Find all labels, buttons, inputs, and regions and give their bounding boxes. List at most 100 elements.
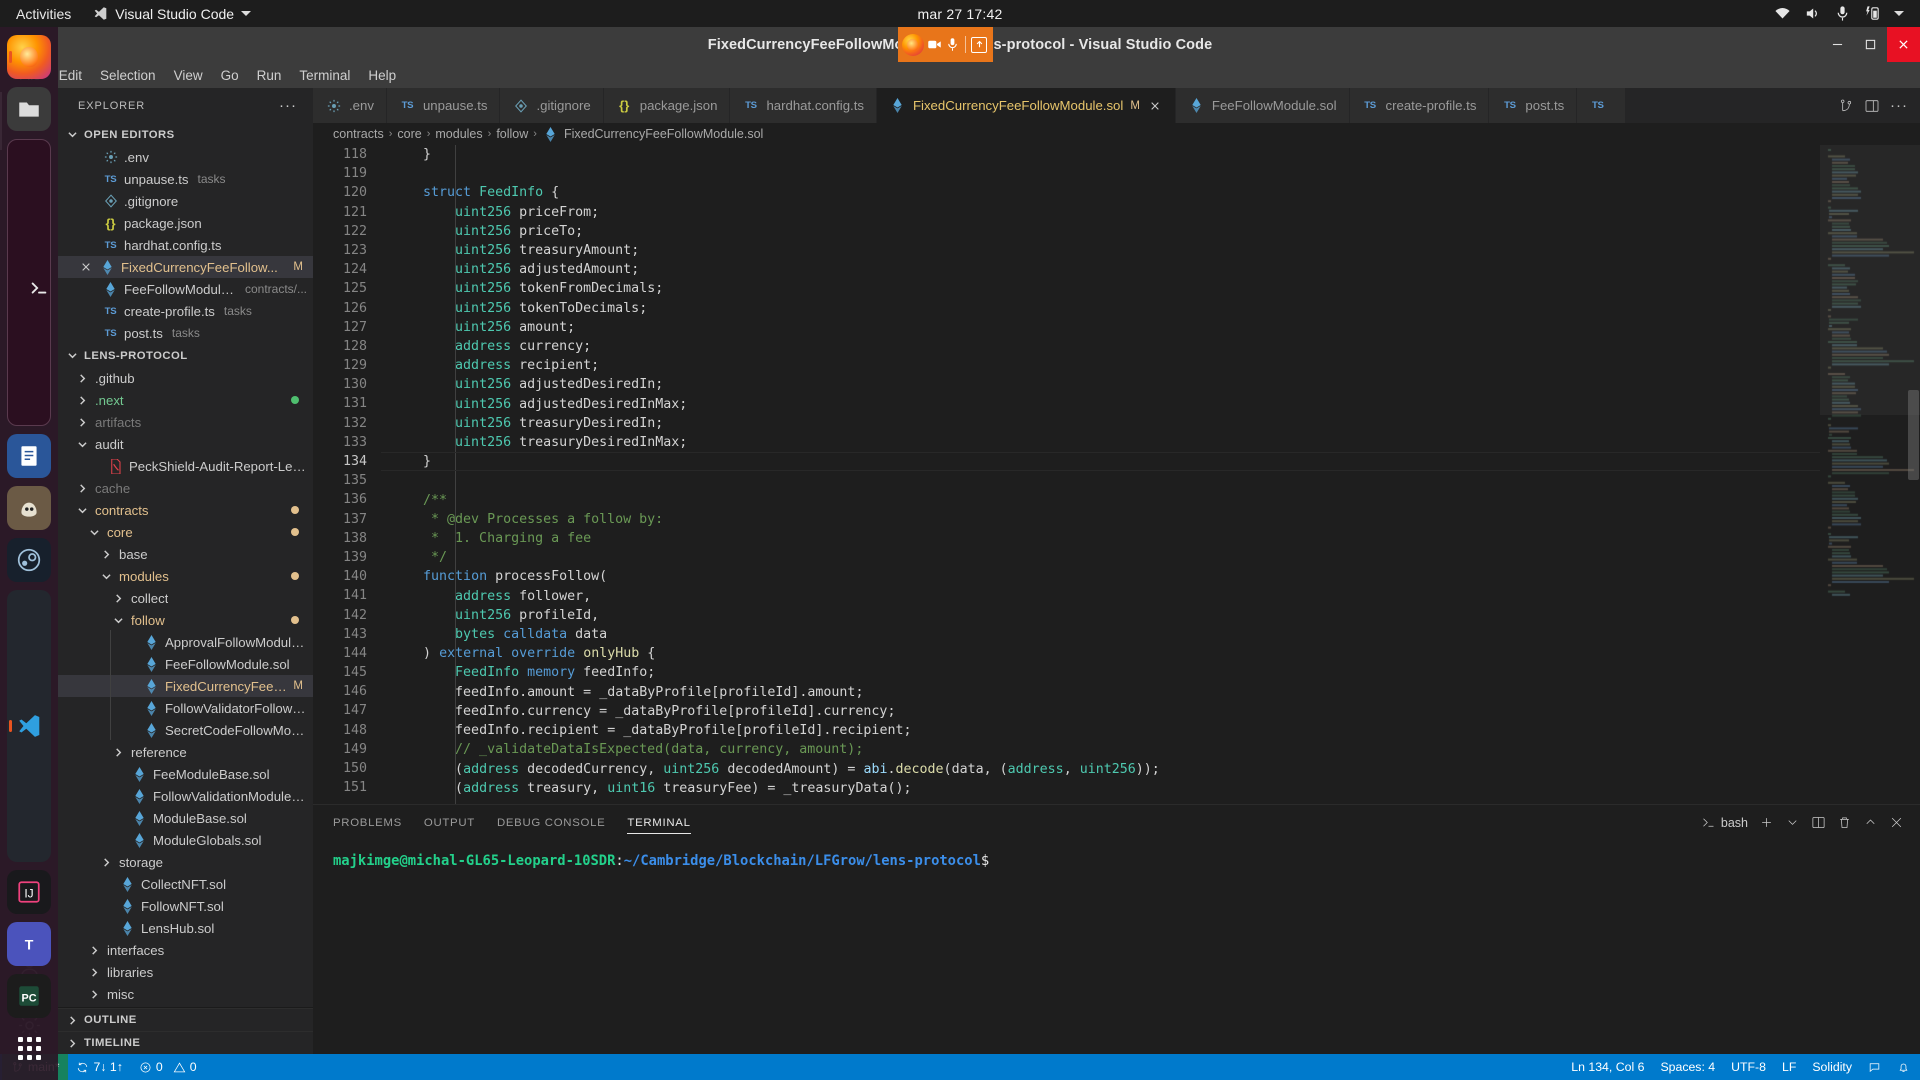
dock-libreoffice-writer[interactable] (7, 433, 51, 478)
menubar[interactable]: File Edit Selection View Go Run Terminal… (0, 62, 1920, 88)
tree-file[interactable]: PeckShield-Audit-Report-LensProto... (58, 455, 313, 477)
tree-folder[interactable]: .next (58, 389, 313, 411)
open-editor-item-selected[interactable]: FixedCurrencyFeeFollow... M (58, 256, 313, 278)
screencast-indicator[interactable] (898, 27, 993, 62)
maximize-panel-icon[interactable] (1863, 815, 1878, 830)
status-eol[interactable]: LF (1774, 1054, 1804, 1080)
tree-folder[interactable]: artifacts (58, 411, 313, 433)
layout-icon[interactable] (1864, 98, 1880, 114)
share-screen-icon[interactable] (971, 36, 987, 53)
workspace-header[interactable]: LENS-PROTOCOL (58, 344, 313, 367)
menu-selection[interactable]: Selection (91, 66, 165, 85)
editor-tab[interactable]: .gitignore (500, 88, 604, 123)
sidebar-more-actions-icon[interactable]: ··· (279, 97, 307, 114)
system-tray[interactable] (1774, 5, 1920, 22)
tree-file[interactable]: LensHub.sol (58, 917, 313, 939)
new-terminal-icon[interactable] (1759, 815, 1774, 830)
tree-file[interactable]: FeeModuleBase.sol (58, 763, 313, 785)
editor-tab[interactable]: TS create-profile.ts (1349, 88, 1490, 123)
dock-pycharm[interactable]: PC (7, 974, 51, 1018)
timeline-section[interactable]: TIMELINE (58, 1031, 313, 1054)
kill-terminal-icon[interactable] (1837, 815, 1852, 830)
close-icon[interactable] (1147, 98, 1163, 114)
tree-folder[interactable]: audit (58, 433, 313, 455)
dock-vscode[interactable] (7, 589, 51, 862)
open-editor-item[interactable]: FeeFollowModule.sol contracts/... (58, 278, 313, 300)
tree-folder[interactable]: modules (58, 565, 313, 587)
breadcrumb-item[interactable]: contracts (333, 127, 384, 141)
breadcrumb-item[interactable]: core (397, 127, 421, 141)
app-menu-button[interactable]: Visual Studio Code (85, 6, 259, 22)
tree-folder[interactable]: interfaces (58, 939, 313, 961)
tree-file[interactable]: ModuleBase.sol (58, 807, 313, 829)
chevron-down-icon[interactable] (1785, 815, 1800, 830)
editor-tab[interactable]: .env (313, 88, 387, 123)
tree-folder[interactable]: storage (58, 851, 313, 873)
tree-folder[interactable]: mocks (58, 1005, 313, 1007)
tree-folder[interactable]: cache (58, 477, 313, 499)
tree-folder[interactable]: collect (58, 587, 313, 609)
editor-tab[interactable]: FeeFollowModule.sol (1175, 88, 1350, 123)
close-button[interactable] (1887, 27, 1920, 62)
tree-folder[interactable]: contracts (58, 499, 313, 521)
tab-output[interactable]: OUTPUT (424, 805, 475, 840)
editor-scrollbar[interactable] (1906, 145, 1920, 804)
tree-file[interactable]: ApprovalFollowModule.sol (58, 631, 313, 653)
code-editor[interactable]: 118 119 120 121 122 123 124 125 126 127 128 129 130 1… (313, 145, 1920, 804)
open-editors-header[interactable]: OPEN EDITORS (58, 123, 313, 146)
breadcrumb[interactable]: contracts › core › modules › follow › Fi… (313, 123, 1920, 145)
editor-tab[interactable]: TS (1577, 88, 1627, 123)
tab-problems[interactable]: PROBLEMS (333, 805, 402, 840)
dock-gimp[interactable] (7, 485, 51, 530)
close-panel-icon[interactable] (1889, 815, 1904, 830)
tree-file[interactable]: FixedCurrencyFeeFollow... M (58, 675, 313, 697)
tree-file[interactable]: ModuleGlobals.sol (58, 829, 313, 851)
tree-file[interactable]: SecretCodeFollowModule.sol (58, 719, 313, 741)
open-editor-item[interactable]: TS post.ts tasks (58, 322, 313, 344)
show-applications-button[interactable] (7, 1026, 51, 1070)
scrollbar-thumb[interactable] (1908, 390, 1919, 480)
menu-run[interactable]: Run (248, 66, 291, 85)
status-feedback[interactable] (1860, 1054, 1889, 1080)
editor-tab-active[interactable]: FixedCurrencyFeeFollowModule.sol M (876, 88, 1176, 123)
breadcrumb-item[interactable]: FixedCurrencyFeeFollowModule.sol (564, 127, 763, 141)
open-editor-item[interactable]: TS create-profile.ts tasks (58, 300, 313, 322)
tree-file[interactable]: CollectNFT.sol (58, 873, 313, 895)
menu-go[interactable]: Go (212, 66, 248, 85)
tree-folder[interactable]: libraries (58, 961, 313, 983)
split-editor-icon[interactable] (1838, 98, 1854, 114)
open-editor-item[interactable]: .env (58, 146, 313, 168)
dock-steam[interactable] (7, 537, 51, 582)
dock-files[interactable] (7, 87, 51, 131)
open-editor-item[interactable]: TS hardhat.config.ts (58, 234, 313, 256)
status-notifications[interactable] (1889, 1054, 1918, 1080)
maximize-button[interactable] (1854, 27, 1887, 62)
activities-button[interactable]: Activities (0, 6, 85, 22)
tab-debug-console[interactable]: DEBUG CONSOLE (497, 805, 605, 840)
status-language-mode[interactable]: Solidity (1804, 1054, 1860, 1080)
more-actions-icon[interactable]: ··· (1890, 97, 1908, 114)
editor-tab[interactable]: TS unpause.ts (386, 88, 501, 123)
dock-teams[interactable]: T (7, 922, 51, 966)
open-editor-item[interactable]: .gitignore (58, 190, 313, 212)
microphone-icon[interactable] (945, 37, 960, 52)
tree-folder[interactable]: core (58, 521, 313, 543)
editor-actions[interactable]: ··· (1826, 88, 1920, 123)
menu-view[interactable]: View (165, 66, 212, 85)
editor-tab[interactable]: {} package.json (603, 88, 731, 123)
panel-actions[interactable]: bash (1701, 815, 1920, 830)
code-content[interactable]: } struct FeedInfo { uint256 priceFrom; u… (381, 145, 1820, 804)
tree-folder[interactable]: misc (58, 983, 313, 1005)
split-terminal-icon[interactable] (1811, 815, 1826, 830)
minimize-button[interactable] (1821, 27, 1854, 62)
tree-file[interactable]: FollowValidationModuleBase.sol (58, 785, 313, 807)
minimap[interactable] (1820, 145, 1920, 804)
tree-folder[interactable]: .github (58, 367, 313, 389)
status-problems[interactable]: 0 0 (131, 1054, 205, 1080)
source-code[interactable]: } struct FeedInfo { uint256 priceFrom; u… (381, 145, 1820, 798)
tree-file[interactable]: FollowNFT.sol (58, 895, 313, 917)
tab-terminal[interactable]: TERMINAL (627, 805, 691, 840)
tree-folder[interactable]: reference (58, 741, 313, 763)
tree-file[interactable]: FollowValidatorFollowModule... (58, 697, 313, 719)
outline-section[interactable]: OUTLINE (58, 1008, 313, 1031)
